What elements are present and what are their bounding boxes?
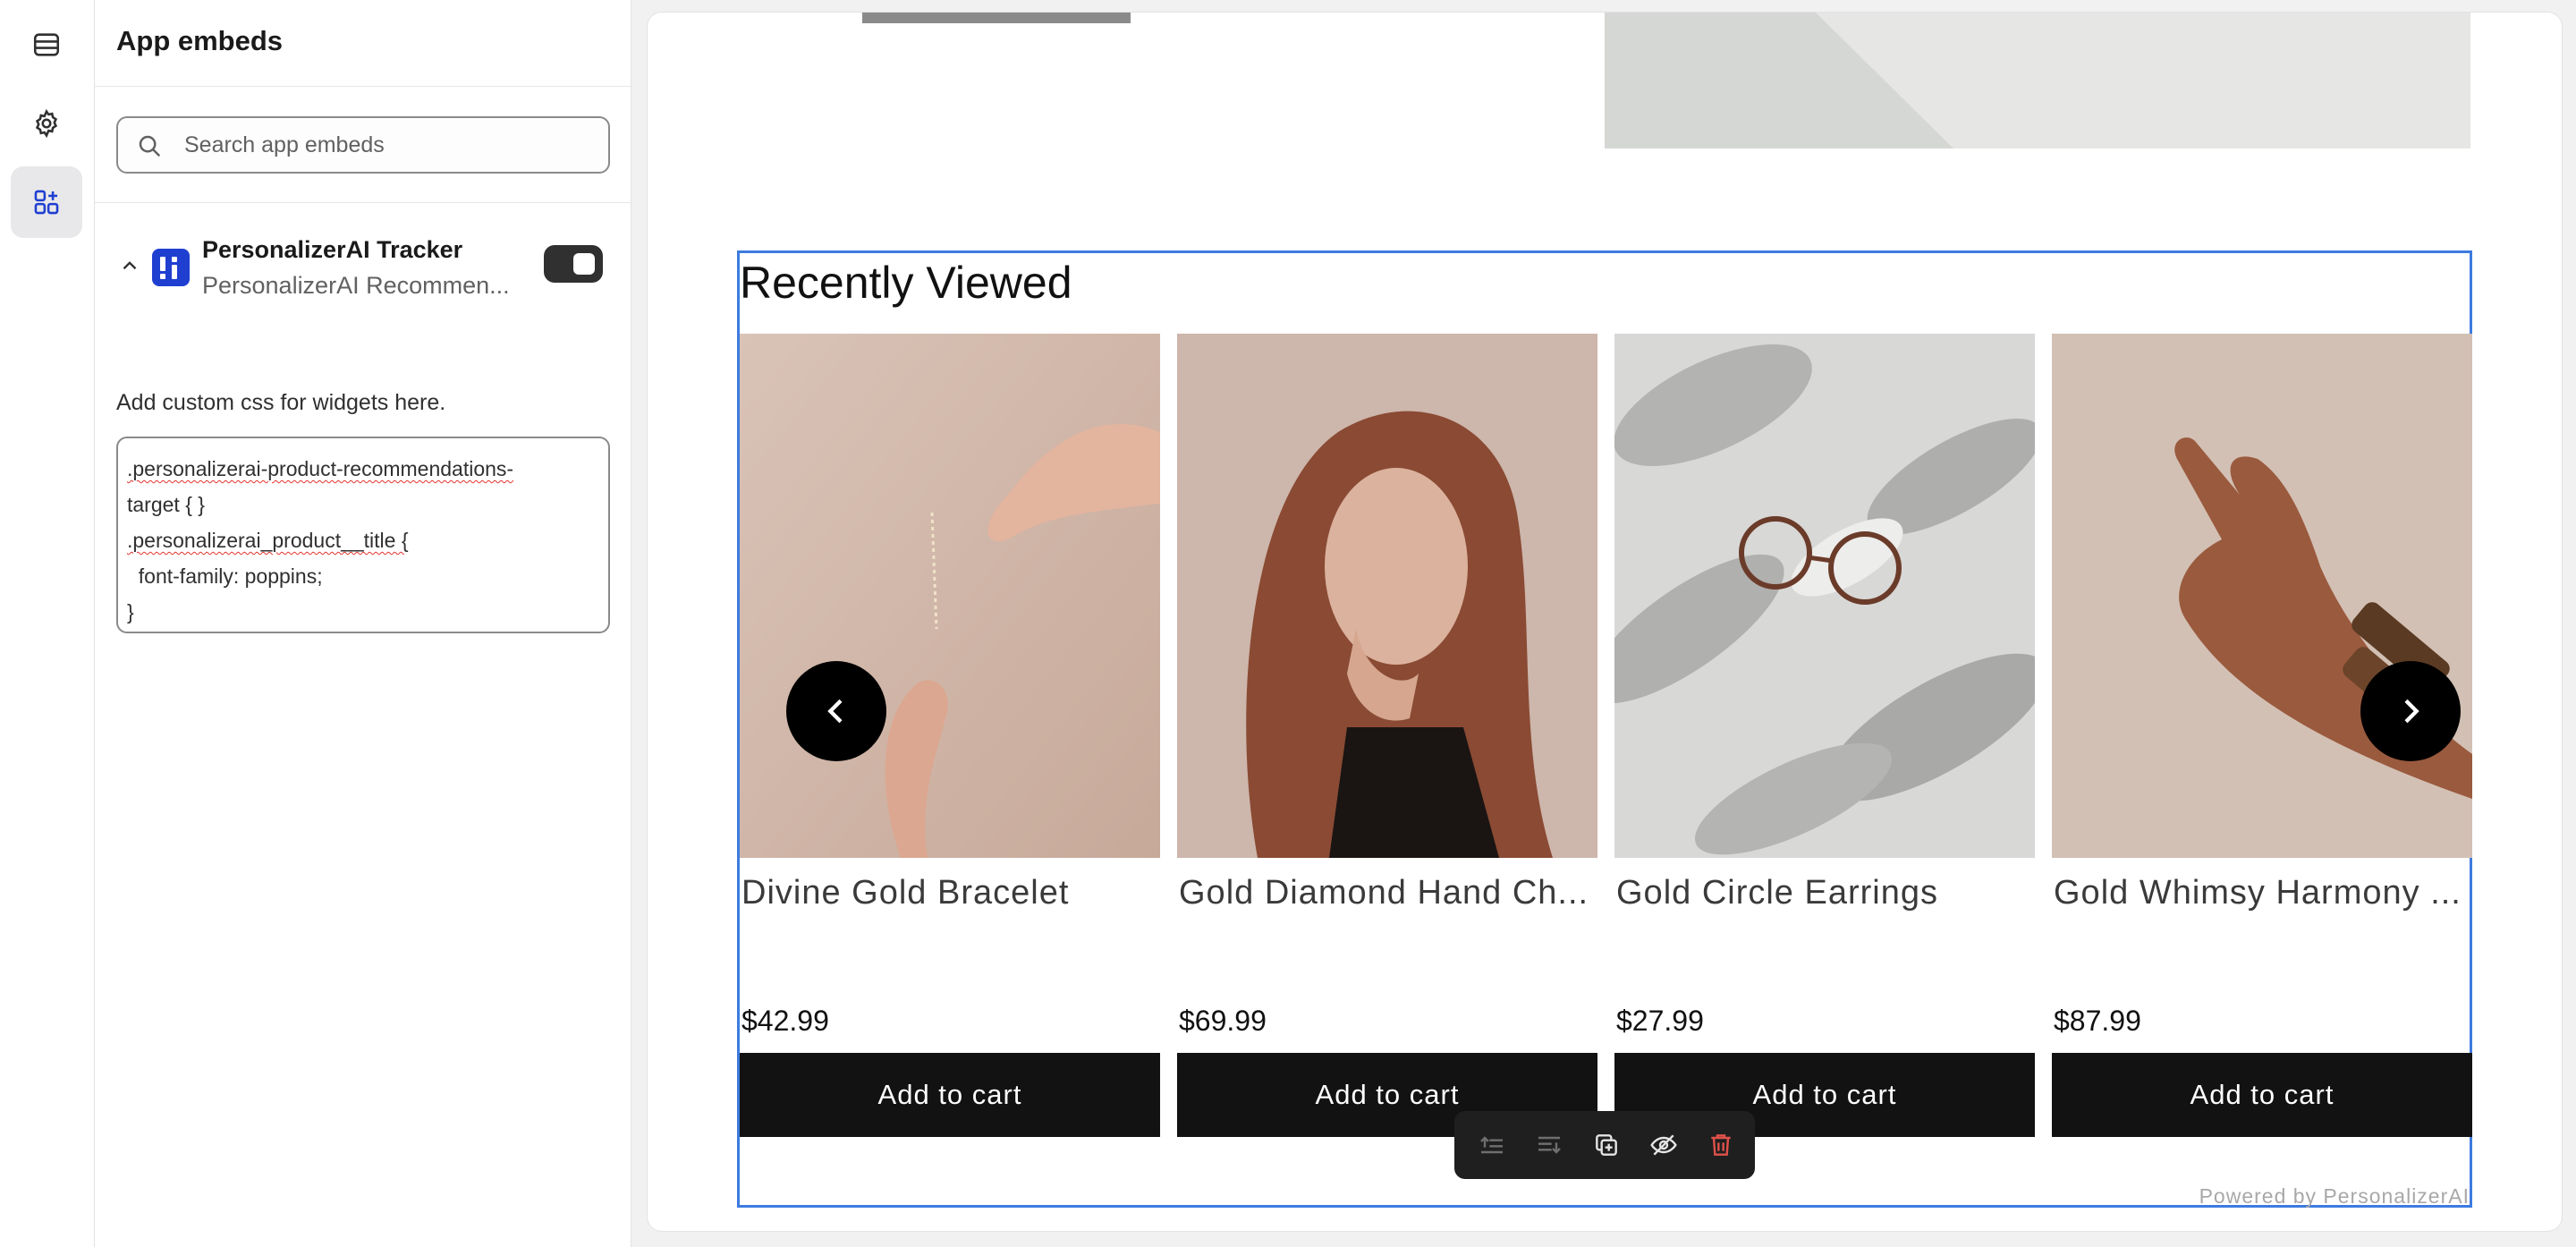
carousel-prev-button[interactable] xyxy=(786,661,886,761)
css-line: .personalizerai_product__title { xyxy=(127,529,409,552)
theme-settings-button[interactable] xyxy=(11,88,82,159)
css-line: } xyxy=(127,600,134,624)
move-down-icon xyxy=(1538,1136,1561,1154)
product-title[interactable]: Gold Whimsy Harmony ... xyxy=(2054,874,2470,912)
left-rail xyxy=(0,0,95,1247)
embed-subtitle: PersonalizerAI Recommen... xyxy=(202,272,510,299)
product-price: $27.99 xyxy=(1616,1005,1704,1037)
search-field[interactable] xyxy=(116,116,610,174)
product-title[interactable]: Gold Diamond Hand Ch... xyxy=(1179,874,1596,912)
move-down-button[interactable] xyxy=(1531,1127,1567,1163)
embed-enabled-toggle[interactable] xyxy=(544,245,603,283)
duplicate-button[interactable] xyxy=(1589,1127,1624,1163)
app-embeds-icon xyxy=(34,190,59,215)
divider xyxy=(95,202,631,203)
product-price: $69.99 xyxy=(1179,1005,1267,1037)
previous-section-banner xyxy=(1605,13,2470,148)
product-image[interactable] xyxy=(740,334,1160,858)
powered-by-label: Powered by PersonalizerAI xyxy=(2199,1184,2470,1208)
css-line: font-family: poppins; xyxy=(127,564,323,588)
product-title[interactable]: Gold Circle Earrings xyxy=(1616,874,2033,912)
toggle-knob xyxy=(573,253,595,275)
chevron-left-icon xyxy=(827,699,843,724)
hide-button[interactable] xyxy=(1646,1127,1682,1163)
previous-section-image xyxy=(862,13,1131,23)
divider xyxy=(95,86,631,87)
css-line: target { } xyxy=(127,493,205,516)
product-price: $87.99 xyxy=(2054,1005,2141,1037)
move-up-icon xyxy=(1480,1136,1503,1154)
product-title[interactable]: Divine Gold Bracelet xyxy=(741,874,1158,912)
sections-icon xyxy=(33,33,60,56)
custom-css-textarea[interactable]: .personalizerai-product-recommendations-… xyxy=(116,437,610,633)
embed-name: PersonalizerAI Tracker xyxy=(202,236,463,263)
product-price: $42.99 xyxy=(741,1005,829,1037)
add-to-cart-button[interactable]: Add to cart xyxy=(740,1053,1160,1137)
delete-button[interactable] xyxy=(1703,1127,1739,1163)
chevron-up-icon[interactable] xyxy=(118,254,141,277)
settings-gear-icon xyxy=(35,108,58,139)
search-input[interactable] xyxy=(182,125,594,165)
app-embeds-button[interactable] xyxy=(11,166,82,238)
app-embeds-panel: App embeds PersonalizerAI Tracker Person… xyxy=(95,0,631,1247)
product-image[interactable] xyxy=(2052,334,2472,858)
duplicate-icon xyxy=(1596,1134,1617,1156)
search-icon xyxy=(139,135,161,157)
hide-icon xyxy=(1650,1134,1677,1156)
delete-icon xyxy=(1711,1134,1731,1156)
chevron-right-icon xyxy=(2404,699,2419,724)
recently-viewed-section[interactable]: Recently Viewed Divine Gold Bracelet $42… xyxy=(737,250,2472,1208)
custom-css-label: Add custom css for widgets here. xyxy=(116,390,446,415)
move-up-button[interactable] xyxy=(1474,1127,1510,1163)
panel-title: App embeds xyxy=(116,25,284,56)
section-title: Recently Viewed xyxy=(740,258,1072,308)
product-image[interactable] xyxy=(1614,334,2035,858)
block-toolbar xyxy=(1454,1111,1755,1179)
add-to-cart-button[interactable]: Add to cart xyxy=(2052,1053,2472,1137)
sections-button[interactable] xyxy=(11,9,82,81)
carousel-next-button[interactable] xyxy=(2360,661,2461,761)
product-image[interactable] xyxy=(1177,334,1597,858)
css-line: .personalizerai-product-recommendations- xyxy=(127,457,514,480)
personalizerai-logo xyxy=(152,249,190,286)
